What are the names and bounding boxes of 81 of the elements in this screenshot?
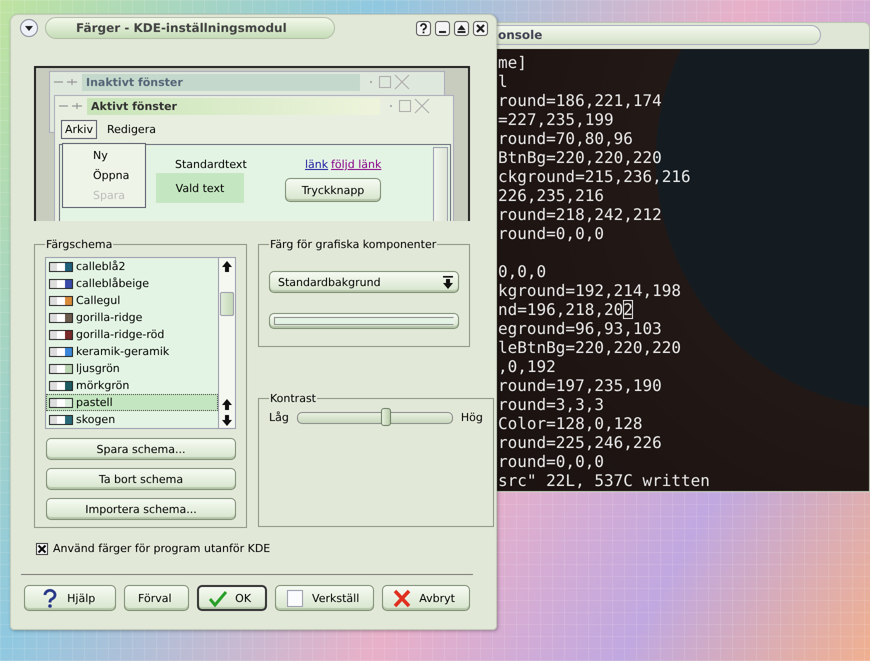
scheme-item[interactable]: keramik-geramik <box>46 343 218 360</box>
terminal-line: ckground=215,236,216 <box>498 167 691 186</box>
window-title: onsole <box>498 28 542 42</box>
terminal-line: round=225,246,226 <box>498 433 662 452</box>
checkmark-icon <box>209 588 228 608</box>
scheme-item[interactable]: calleblå2 <box>46 258 218 275</box>
group-title: Kontrast <box>269 392 317 405</box>
terminal-line: =227,235,199 <box>498 110 614 129</box>
close-icon[interactable] <box>473 20 488 36</box>
terminal-line: src" 22L, 537C written <box>498 471 710 490</box>
help-icon <box>41 588 60 608</box>
slider-label: Hög <box>460 411 483 424</box>
push-button[interactable]: Tryckknapp <box>285 178 381 202</box>
terminal-line: BtnBg=220,220,220 <box>498 148 662 167</box>
scheme-item[interactable]: ljusgrön <box>46 360 218 377</box>
arrow-down-icon[interactable] <box>220 414 232 426</box>
terminal-line: nd=196,218,202 <box>498 300 633 319</box>
terminal-line: round=0,0,0 <box>498 452 604 471</box>
menu-icon[interactable] <box>19 18 39 38</box>
scheme-item[interactable]: gorilla-ridge-röd <box>46 326 218 343</box>
scheme-item[interactable]: pastell <box>46 394 218 411</box>
help-icon[interactable] <box>416 20 431 36</box>
group-title: Färg för grafiska komponenter <box>269 238 438 251</box>
terminal-line: round=218,242,212 <box>498 205 662 224</box>
scrollbar[interactable] <box>218 258 235 428</box>
scheme-item[interactable]: gorilla-ridge <box>46 309 218 326</box>
dialog-button[interactable]: Hjälp <box>24 585 116 611</box>
dialog-button[interactable]: OK <box>197 585 268 611</box>
scheme-item[interactable]: mörkgrön <box>46 377 218 394</box>
visited-link[interactable]: följd länk <box>331 158 382 171</box>
scheme-button[interactable]: Importera schema... <box>46 498 236 520</box>
terminal-line: l <box>498 72 508 91</box>
terminal-line: eground=96,93,103 <box>498 319 662 338</box>
blank-page-icon <box>286 588 304 608</box>
window-buttons-drawing <box>59 101 83 111</box>
dialog-button[interactable]: Förval <box>124 585 190 611</box>
terminal-line: 226,235,216 <box>498 186 604 205</box>
menu-item[interactable]: Arkiv <box>61 120 97 139</box>
standard-text: Standardtext <box>175 158 247 171</box>
terminal-line: kground=192,214,198 <box>498 281 682 300</box>
group-title: Färgschema <box>45 238 114 251</box>
terminal-line: Color=128,0,128 <box>498 414 642 433</box>
checkbox-label: Använd färger för program utanför KDE <box>53 542 270 555</box>
dialog-button[interactable]: Avbryt <box>382 585 470 611</box>
color-button[interactable] <box>269 313 459 329</box>
scheme-item[interactable]: skogen <box>46 411 218 428</box>
window-title: Färger - KDE-inställningsmodul <box>76 21 287 35</box>
maximize-icon[interactable] <box>454 20 469 36</box>
window-title: Inaktivt fönster <box>82 74 360 90</box>
terminal-line: round=197,235,190 <box>498 376 662 395</box>
terminal-line: ,0,192 <box>498 357 556 376</box>
scroll-thumb[interactable] <box>220 292 234 316</box>
minimize-icon[interactable] <box>435 20 450 36</box>
slider-label: Låg <box>269 411 289 424</box>
scheme-item[interactable]: calleblåbeige <box>46 275 218 292</box>
terminal-line: round=70,80,96 <box>498 129 633 148</box>
close-icon <box>393 588 412 608</box>
terminal-line: round=186,221,174 <box>498 91 662 110</box>
terminal-line: leBtnBg=220,220,220 <box>498 338 682 357</box>
menu-item[interactable]: Redigera <box>102 120 160 139</box>
checkbox[interactable] <box>36 542 48 554</box>
window-buttons-drawing <box>54 77 78 87</box>
link[interactable]: länk <box>305 158 328 171</box>
terminal-line: round=0,0,0 <box>498 224 604 243</box>
scrollbar[interactable] <box>433 147 448 221</box>
menu-item[interactable]: Ny <box>63 147 145 164</box>
terminal-line: 0,0,0 <box>498 262 546 281</box>
selected-text: Vald text <box>156 173 244 203</box>
window-title: Aktivt fönster <box>87 98 380 114</box>
terminal-line: me] <box>498 53 527 72</box>
arrow-up-icon[interactable] <box>220 398 232 410</box>
terminal-line: round=3,3,3 <box>498 395 604 414</box>
dialog-button[interactable]: Verkställ <box>275 585 374 611</box>
widget-combo-box[interactable]: Standardbakgrund <box>269 271 459 293</box>
scheme-button[interactable]: Ta bort schema <box>46 468 236 490</box>
dropdown-arrow-icon <box>442 276 454 288</box>
arrow-up-icon[interactable] <box>220 260 232 272</box>
slider-handle[interactable] <box>380 408 391 426</box>
scheme-item[interactable]: Callegul <box>46 292 218 309</box>
menu-item[interactable]: Öppna <box>63 167 145 184</box>
scheme-button[interactable]: Spara schema... <box>46 438 236 460</box>
